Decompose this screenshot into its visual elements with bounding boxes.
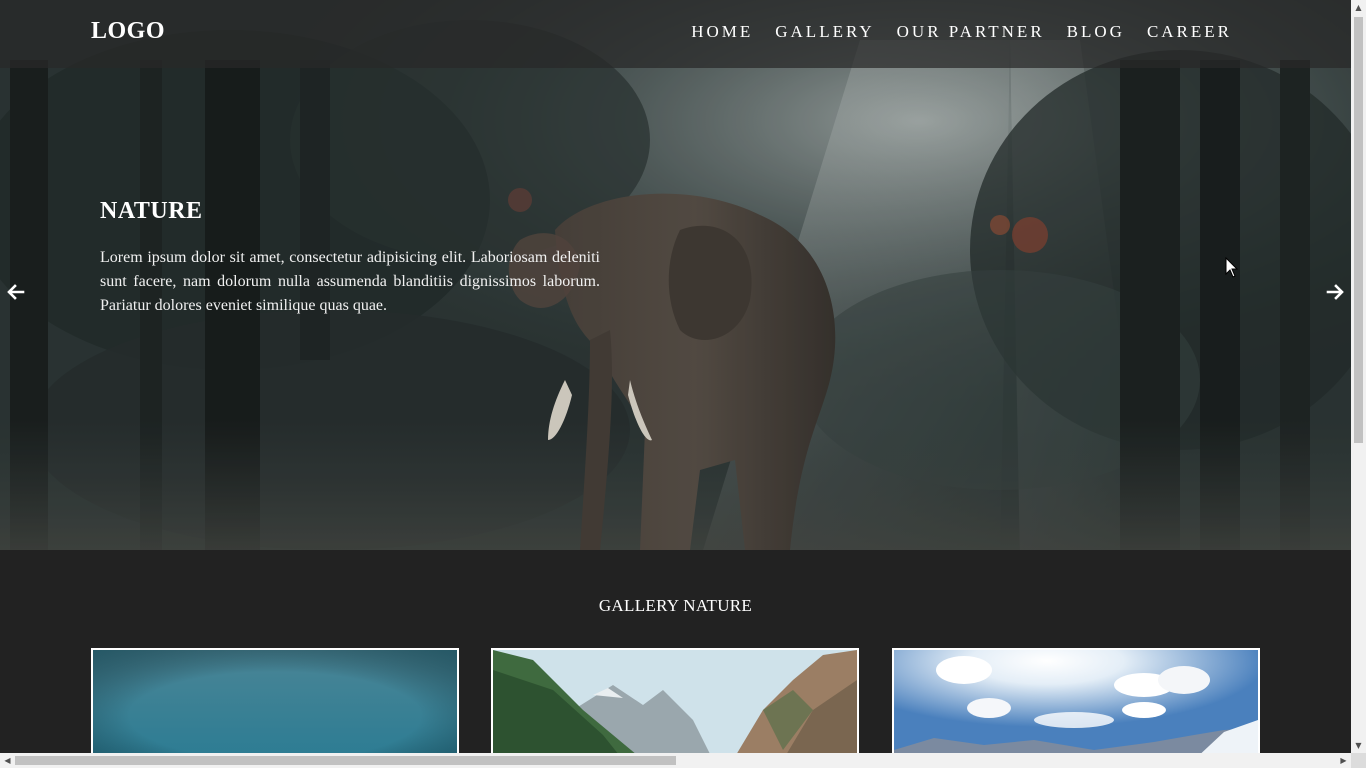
scroll-left-arrow-icon[interactable]: ◀ xyxy=(0,753,15,768)
arrow-right-icon xyxy=(1326,284,1344,300)
vertical-scrollbar-thumb[interactable] xyxy=(1354,17,1363,443)
carousel-next-button[interactable] xyxy=(1323,280,1347,304)
horizontal-scrollbar-thumb[interactable] xyxy=(15,756,676,765)
scroll-right-arrow-icon[interactable]: ▶ xyxy=(1336,753,1351,768)
mouse-cursor-icon xyxy=(1225,257,1239,278)
gallery-card-mountain-valley[interactable] xyxy=(491,648,859,753)
scrollbar-corner xyxy=(1351,753,1366,768)
nav-link-gallery[interactable]: GALLERY xyxy=(775,22,874,42)
hero-description: Lorem ipsum dolor sit amet, consectetur … xyxy=(100,249,600,314)
nav-link-our-partner[interactable]: OUR PARTNER xyxy=(897,22,1045,42)
snowy-mountain-clouds-image xyxy=(894,650,1258,753)
scroll-down-arrow-icon[interactable]: ▼ xyxy=(1351,738,1366,753)
gallery-title: GALLERY NATURE xyxy=(598,596,753,615)
mountain-valley-image xyxy=(493,650,857,753)
lake-sky-image xyxy=(93,650,457,753)
navbar: LOGO HOME GALLERY OUR PARTNER BLOG CAREE… xyxy=(0,0,1351,68)
logo[interactable]: LOGO xyxy=(91,18,165,45)
vertical-scrollbar[interactable]: ▲ ▼ xyxy=(1351,0,1366,753)
page: LOGO HOME GALLERY OUR PARTNER BLOG CAREE… xyxy=(0,0,1351,753)
carousel-prev-button[interactable] xyxy=(4,280,28,304)
gallery-card-snowy-mountain[interactable] xyxy=(892,648,1260,753)
arrow-left-icon xyxy=(7,284,25,300)
horizontal-scrollbar[interactable]: ◀ ▶ xyxy=(0,753,1351,768)
gallery-card-lake[interactable] xyxy=(91,648,459,753)
nav-link-home[interactable]: HOME xyxy=(691,22,753,42)
hero-carousel: LOGO HOME GALLERY OUR PARTNER BLOG CAREE… xyxy=(0,0,1351,550)
nav-link-blog[interactable]: BLOG xyxy=(1067,22,1125,42)
scroll-up-arrow-icon[interactable]: ▲ xyxy=(1351,0,1366,15)
hero-title: NATURE xyxy=(100,198,203,224)
nav-link-career[interactable]: CAREER xyxy=(1147,22,1232,42)
nav-menu: HOME GALLERY OUR PARTNER BLOG CAREER xyxy=(669,22,1232,42)
